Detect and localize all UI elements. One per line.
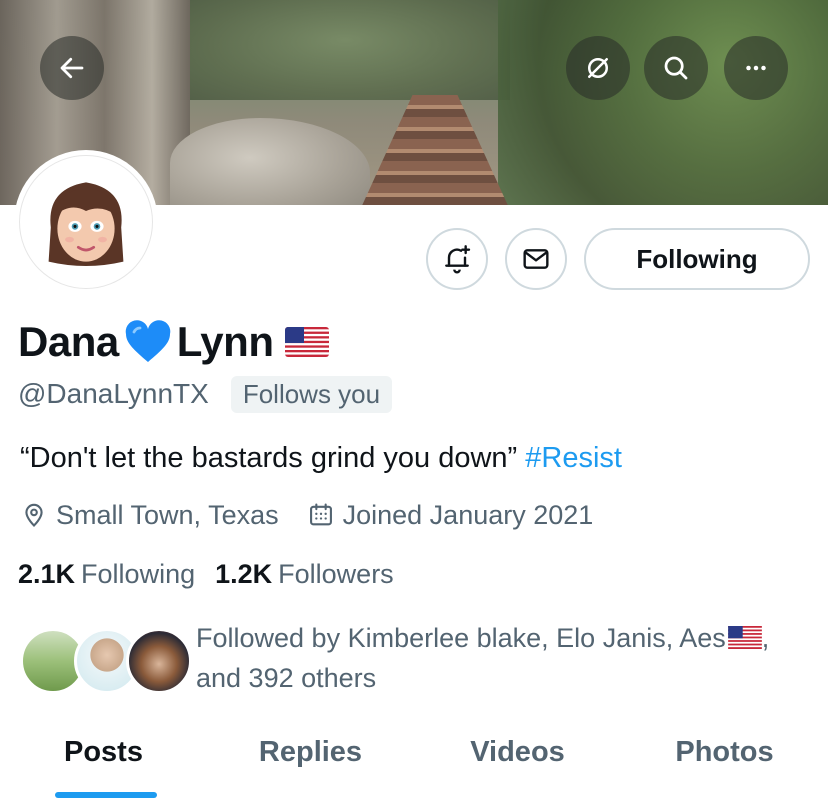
following-label: Following [81,558,196,589]
grok-button[interactable] [566,36,630,100]
bio-hashtag-link[interactable]: #Resist [525,442,622,474]
display-name: Dana Lynn [18,316,330,368]
display-name-last: Lynn [176,318,274,365]
profile-meta: Small Town, Texas Joined January 2021 [20,497,593,533]
following-count: 2.1K [18,558,76,589]
back-button[interactable] [40,36,104,100]
mutual-line2: and 392 others [196,663,377,693]
profile-tabs: Posts Replies Videos Photos [0,720,828,798]
avatar-image [19,155,153,289]
location-text: Small Town, Texas [56,499,279,530]
follows-you-badge: Follows you [230,375,393,413]
mutual-followers-avatars[interactable] [20,624,192,696]
join-date-text: Joined January 2021 [342,499,594,530]
banner-rock [170,118,370,205]
search-icon [664,56,688,80]
us-flag-icon [285,327,330,357]
location-pin-icon [25,503,43,527]
mutual-followers-text[interactable]: Followed by Kimberlee blake, Elo Janis, … [196,618,816,698]
us-flag-icon [727,626,762,649]
tab-replies[interactable]: Replies [207,720,414,798]
mutual-line1: Followed by Kimberlee blake, Elo Janis, … [196,623,726,653]
active-tab-indicator [55,792,157,798]
tab-photos[interactable]: Photos [621,720,828,798]
tab-videos[interactable]: Videos [414,720,621,798]
search-button[interactable] [644,36,708,100]
following-button[interactable]: Following [584,228,810,290]
followers-count-link[interactable]: 1.2K Followers [215,559,394,590]
join-date: Joined January 2021 [307,499,594,531]
calendar-icon [309,503,332,526]
user-handle: @DanaLynnTX [18,378,209,409]
mutual-avatar-3 [126,628,192,694]
handle-row: @DanaLynnTX Follows you [18,374,393,414]
tab-posts[interactable]: Posts [0,720,207,798]
display-name-first: Dana [18,318,119,365]
mutual-line1-suffix: , [761,623,770,653]
arrow-left-icon [60,57,84,79]
slash-circle-icon [588,58,608,78]
banner-foliage [180,0,510,100]
follow-stats: 2.1K Following 1.2K Followers [18,556,394,592]
envelope-icon [523,249,549,269]
memoji-avatar-icon [48,182,124,266]
followers-count: 1.2K [215,558,273,589]
bio-text: “Don't let the bastards grind you down” [20,442,518,474]
avatar[interactable] [14,150,158,294]
blue-heart-icon [125,320,170,362]
following-count-link[interactable]: 2.1K Following [18,559,195,590]
banner-trees [498,0,828,205]
more-button[interactable] [724,36,788,100]
message-button[interactable] [505,228,567,290]
bio: “Don't let the bastards grind you down” … [20,442,622,475]
more-dots-icon [746,65,766,71]
banner-trail-steps [360,95,510,205]
notify-button[interactable] [426,228,488,290]
location: Small Town, Texas [20,500,279,531]
followers-label: Followers [278,558,394,589]
bell-plus-icon [445,245,471,274]
